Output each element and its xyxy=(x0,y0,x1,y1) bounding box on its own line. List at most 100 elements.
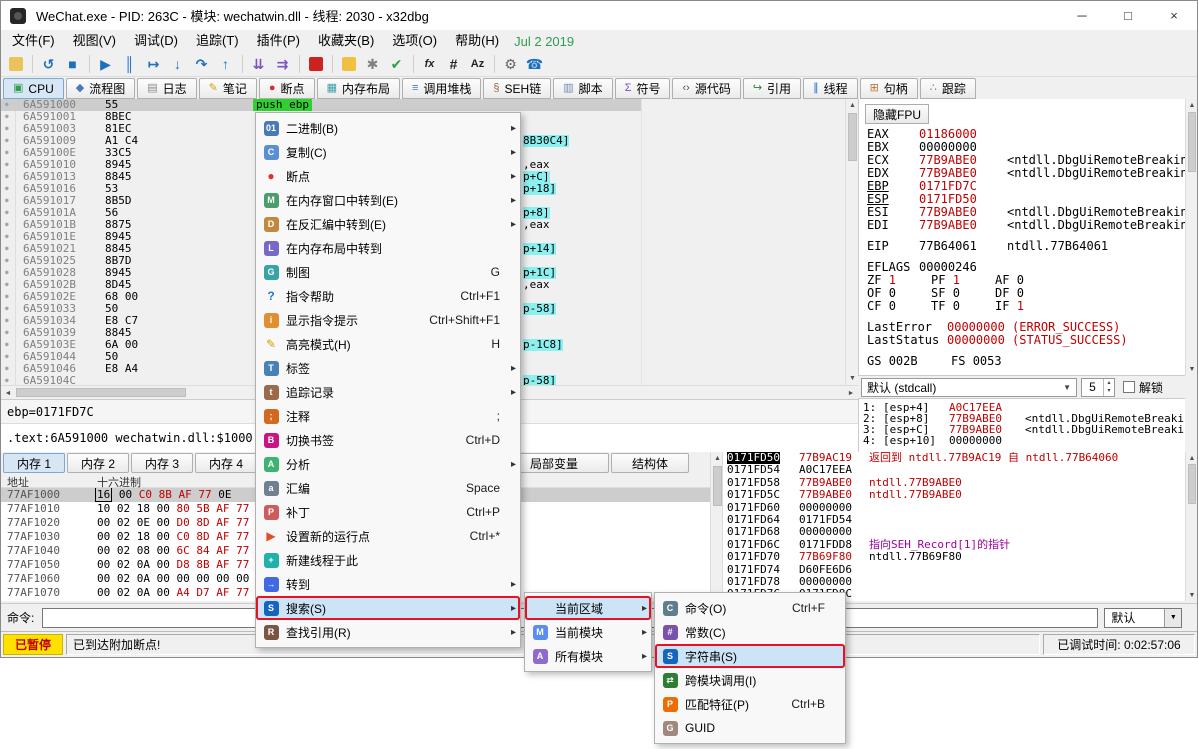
tab-call-stack[interactable]: ≡调用堆栈 xyxy=(402,78,481,99)
tab-memory-1[interactable]: 内存 1 xyxy=(3,453,65,473)
tab-breakpoints[interactable]: ●断点 xyxy=(259,78,315,99)
menu-item-constant[interactable]: #常数(C) xyxy=(655,620,845,644)
breakpoint-dot[interactable]: ● xyxy=(5,183,9,195)
toolbar-button[interactable]: Az xyxy=(466,53,489,75)
menu-item-guid[interactable]: GGUID xyxy=(655,716,845,740)
register-line[interactable]: ZF 1PF 1AF 0 xyxy=(867,274,1183,287)
argument-row[interactable]: 4:[esp+10]00000000 xyxy=(863,435,1025,446)
close-button[interactable]: × xyxy=(1151,1,1197,30)
menu-item-goto[interactable]: →转到▸ xyxy=(256,572,520,596)
breakpoint-dot[interactable]: ● xyxy=(5,351,9,363)
menu-item-goto-memory-window[interactable]: M在内存窗口中转到(E)▸ xyxy=(256,188,520,212)
tab-symbols[interactable]: Σ符号 xyxy=(615,78,671,99)
menu-item-current-region[interactable]: 当前区域▸ xyxy=(525,596,651,620)
toolbar-button[interactable]: fx xyxy=(418,53,441,75)
menu-item-toggle-bookmark[interactable]: B切换书签Ctrl+D xyxy=(256,428,520,452)
menubar-item[interactable]: 插件(P) xyxy=(248,30,309,52)
menubar-item[interactable]: 文件(F) xyxy=(3,30,64,52)
menu-item-string-references[interactable]: S字符串(S) xyxy=(655,644,845,668)
toolbar-button[interactable]: # xyxy=(442,53,465,75)
breakpoint-dot[interactable]: ● xyxy=(5,267,9,279)
breakpoint-dot[interactable]: ● xyxy=(5,279,9,291)
scroll-left-icon[interactable]: ◄ xyxy=(1,386,15,400)
chevron-down-icon[interactable]: ▼ xyxy=(1164,609,1181,627)
breakpoint-dot[interactable]: ● xyxy=(5,315,9,327)
menu-item-breakpoint[interactable]: ●断点▸ xyxy=(256,164,520,188)
stack-vscrollbar[interactable]: ▲ ▼ xyxy=(1185,452,1197,601)
menubar-item[interactable]: 帮助(H) xyxy=(446,30,508,52)
toolbar-button[interactable]: ↺ xyxy=(37,53,60,75)
scroll-up-icon[interactable]: ▲ xyxy=(1186,452,1198,464)
menu-item-trace-record[interactable]: t追踪记录▸ xyxy=(256,380,520,404)
menu-item-search[interactable]: S搜索(S)▸ xyxy=(256,596,520,620)
depth-stepper[interactable]: 5 ▴▾ xyxy=(1081,378,1115,397)
stack-row[interactable]: 0171FD7077B69F80ntdll.77B69F80 xyxy=(723,551,1185,563)
toolbar-button[interactable]: ║ xyxy=(118,53,141,75)
breakpoint-dot[interactable]: ● xyxy=(5,255,9,267)
menubar-item[interactable]: 视图(V) xyxy=(64,30,125,52)
toolbar-button[interactable]: ⚙ xyxy=(499,53,522,75)
menu-item-intermodular-calls[interactable]: ⇄跨模块调用(I) xyxy=(655,668,845,692)
breakpoint-dot[interactable]: ● xyxy=(5,207,9,219)
register-line[interactable]: GS 002BFS 0053 xyxy=(867,355,1183,368)
breakpoint-dot[interactable]: ● xyxy=(5,291,9,303)
scroll-thumb[interactable] xyxy=(713,466,722,506)
minimize-button[interactable]: ─ xyxy=(1059,1,1105,30)
breakpoint-dot[interactable]: ● xyxy=(5,171,9,183)
tab-source[interactable]: ‹›源代码 xyxy=(672,78,740,99)
stack-row[interactable]: 0171FD6000000000 xyxy=(723,502,1185,514)
toolbar-button[interactable] xyxy=(4,53,27,75)
scroll-thumb[interactable] xyxy=(1188,464,1196,504)
scroll-up-icon[interactable]: ▲ xyxy=(1186,99,1198,111)
tab-struct[interactable]: 结构体 xyxy=(611,453,689,473)
menu-item-patch[interactable]: P补丁Ctrl+P xyxy=(256,500,520,524)
toolbar-button[interactable]: ✱ xyxy=(361,53,384,75)
stack-row[interactable]: 0171FD6C0171FDD8指向SEH_Record[1]的指针 xyxy=(723,539,1185,551)
toolbar-button[interactable] xyxy=(304,53,327,75)
menu-item-copy[interactable]: C复制(C)▸ xyxy=(256,140,520,164)
stack-row[interactable]: 0171FD640171FD54 xyxy=(723,514,1185,526)
toolbar-button[interactable]: ⇊ xyxy=(247,53,270,75)
tab-cpu[interactable]: ▣CPU xyxy=(3,78,64,99)
menu-item-new-thread-here[interactable]: +新建线程于此 xyxy=(256,548,520,572)
breakpoint-dot[interactable]: ● xyxy=(5,243,9,255)
tab-notes[interactable]: ✎笔记 xyxy=(199,78,257,99)
breakpoint-dot[interactable]: ● xyxy=(5,375,9,385)
convention-select[interactable]: 默认 (stdcall) ▼ xyxy=(861,378,1077,397)
stepper-up-icon[interactable]: ▴ xyxy=(1104,379,1114,387)
breakpoint-dot[interactable]: ● xyxy=(5,339,9,351)
menubar-item[interactable]: 选项(O) xyxy=(383,30,446,52)
tab-script[interactable]: ▥脚本 xyxy=(553,78,612,99)
menu-item-find-references[interactable]: R查找引用(R)▸ xyxy=(256,620,520,644)
register-line[interactable]: EAX01186000 xyxy=(867,128,1183,141)
menu-item-set-new-origin[interactable]: ▶设置新的运行点Ctrl+* xyxy=(256,524,520,548)
menubar-item[interactable]: 追踪(T) xyxy=(187,30,248,52)
toolbar-button[interactable]: ↦ xyxy=(142,53,165,75)
menu-item-goto-disassembly[interactable]: D在反汇编中转到(E)▸ xyxy=(256,212,520,236)
tab-threads[interactable]: ∥线程 xyxy=(803,78,858,99)
scroll-down-icon[interactable]: ▼ xyxy=(1186,363,1198,375)
register-line[interactable]: EDX77B9ABE0<ntdll.DbgUiRemoteBreakin> xyxy=(867,167,1183,180)
scroll-thumb[interactable] xyxy=(16,388,186,397)
menu-item-command[interactable]: C命令(O)Ctrl+F xyxy=(655,596,845,620)
breakpoint-dot[interactable]: ● xyxy=(5,231,9,243)
register-line[interactable]: LastStatus00000000 (STATUS_SUCCESS) xyxy=(867,334,1183,347)
breakpoint-dot[interactable]: ● xyxy=(5,219,9,231)
menu-item-highlight-mode[interactable]: ✎高亮模式(H)H xyxy=(256,332,520,356)
registers-vscrollbar[interactable]: ▲ ▼ xyxy=(1185,99,1197,375)
register-line[interactable]: OF 0SF 0DF 0 xyxy=(867,287,1183,300)
maximize-button[interactable]: □ xyxy=(1105,1,1151,30)
register-line[interactable]: EFLAGS00000246 xyxy=(867,261,1183,274)
register-line[interactable]: EIP77B64061ntdll.77B64061 xyxy=(867,240,1183,253)
tab-references[interactable]: ↪引用 xyxy=(743,78,801,99)
tab-memory-map[interactable]: ▦内存布局 xyxy=(317,78,400,99)
menu-item-binary[interactable]: 01二进制(B)▸ xyxy=(256,116,520,140)
scroll-down-icon[interactable]: ▼ xyxy=(1186,589,1198,601)
menu-item-label[interactable]: T标签▸ xyxy=(256,356,520,380)
register-line[interactable]: CF 0TF 0IF 1 xyxy=(867,300,1183,313)
toolbar-button[interactable]: ⇉ xyxy=(271,53,294,75)
stepper-down-icon[interactable]: ▾ xyxy=(1104,387,1114,395)
toolbar-button[interactable]: ✔ xyxy=(385,53,408,75)
dump-vscrollbar[interactable]: ▲ ▼ xyxy=(710,452,723,601)
scroll-thumb[interactable] xyxy=(1188,112,1196,172)
